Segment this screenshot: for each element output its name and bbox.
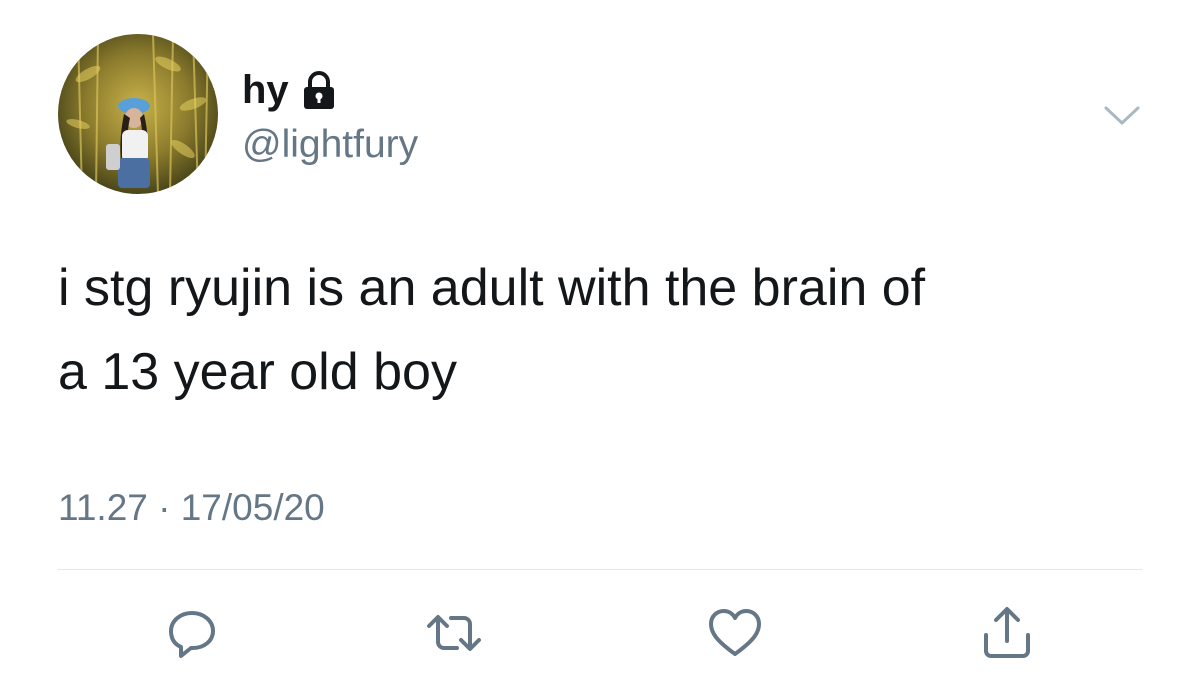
like-button[interactable]	[706, 604, 764, 662]
tweet-card: hy @lightfury i stg ryujin is an adult w…	[0, 0, 1200, 694]
retweet-button[interactable]	[425, 604, 483, 662]
heart-icon	[709, 609, 761, 656]
avatar-photo	[58, 34, 218, 194]
display-name-row: hy	[242, 66, 339, 114]
retweet-icon	[427, 615, 481, 651]
tweet-text: i stg ryujin is an adult with the brain …	[58, 259, 926, 401]
divider	[58, 569, 1142, 570]
lock-icon	[299, 69, 339, 111]
reply-icon	[169, 611, 215, 658]
share-button[interactable]	[978, 604, 1036, 662]
tweet-timestamp[interactable]: 11.27 · 17/05/20	[58, 484, 325, 532]
avatar[interactable]	[58, 34, 218, 194]
user-handle[interactable]: @lightfury	[242, 121, 418, 169]
share-icon	[984, 607, 1030, 658]
chevron-down-icon[interactable]	[1102, 104, 1142, 128]
display-name[interactable]: hy	[242, 66, 289, 114]
reply-button[interactable]	[163, 604, 221, 662]
